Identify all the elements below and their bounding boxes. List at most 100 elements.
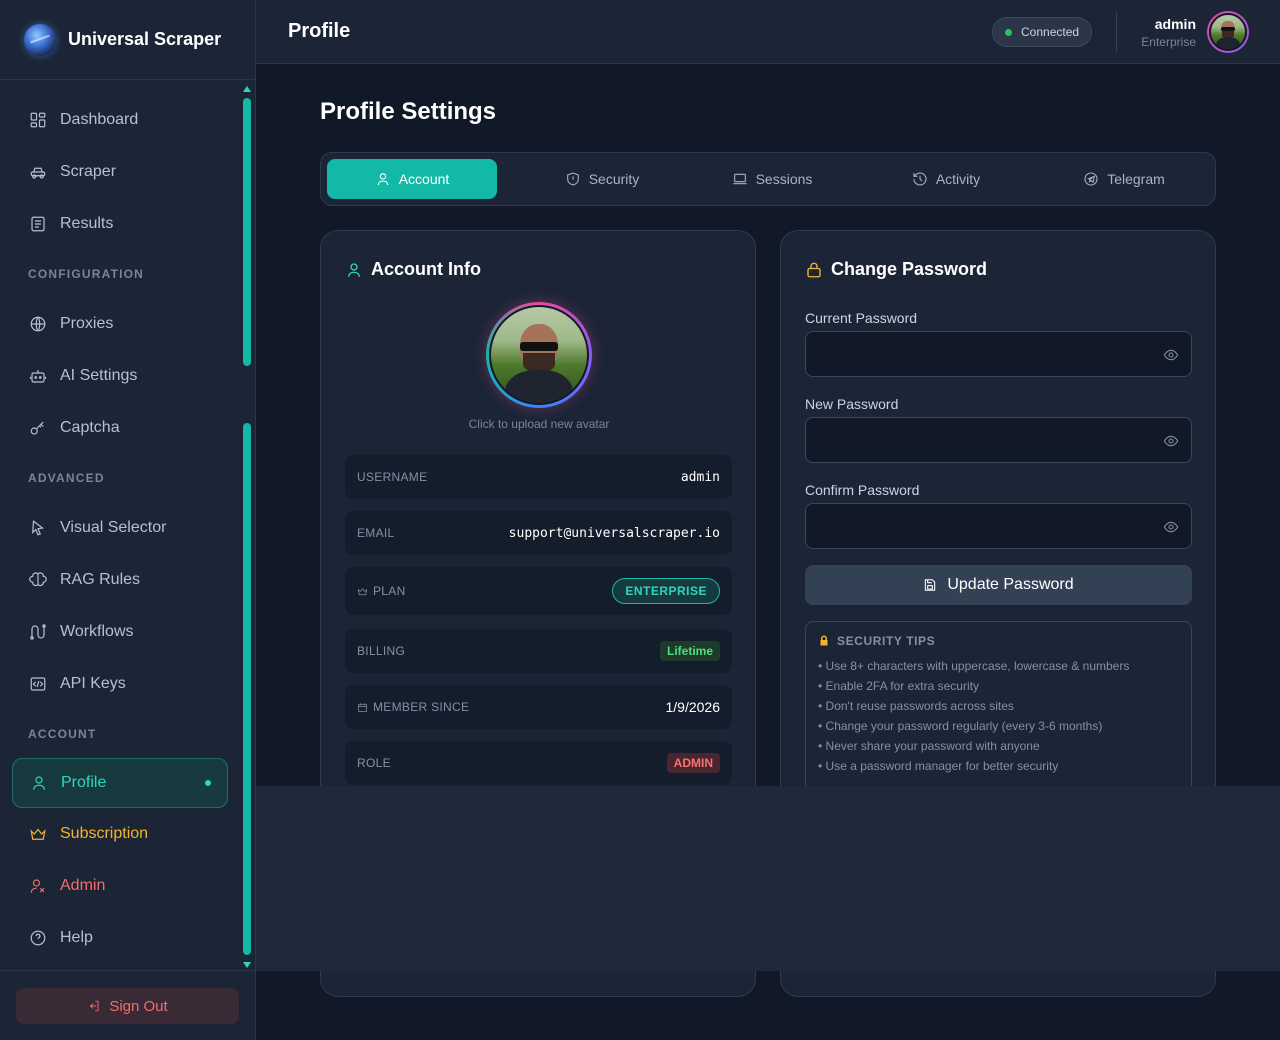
calendar-icon bbox=[358, 702, 367, 712]
member-since-value: 1/9/2026 bbox=[665, 699, 721, 715]
sidebar-item-results[interactable]: Results bbox=[0, 198, 240, 250]
member-label-wrap: MEMBER SINCE bbox=[357, 700, 469, 714]
sidebar-item-proxies[interactable]: Proxies bbox=[0, 298, 240, 350]
brain-icon bbox=[28, 570, 48, 590]
sidebar-item-captcha[interactable]: Captcha bbox=[0, 402, 240, 454]
sidebar-item-label: Results bbox=[60, 215, 114, 232]
member-since-label: MEMBER SINCE bbox=[373, 700, 470, 714]
change-password-title: Change Password bbox=[805, 259, 987, 280]
email-label: EMAIL bbox=[357, 526, 395, 540]
sidebar-item-label: Captcha bbox=[60, 419, 120, 436]
header-divider bbox=[1116, 12, 1117, 52]
section-advanced: ADVANCED bbox=[28, 471, 105, 485]
account-info-title: Account Info bbox=[345, 259, 481, 280]
sidebar-item-subscription[interactable]: Subscription bbox=[0, 808, 240, 860]
username-label: USERNAME bbox=[357, 470, 428, 484]
lock-icon bbox=[820, 635, 828, 646]
page-header-title: Profile bbox=[288, 20, 351, 42]
new-password-label: New Password bbox=[805, 396, 899, 412]
header-avatar[interactable] bbox=[1207, 11, 1249, 53]
status-dot-icon bbox=[1005, 28, 1012, 36]
confirm-password-label: Confirm Password bbox=[805, 482, 920, 498]
tab-account[interactable]: Account bbox=[327, 159, 497, 199]
user-icon bbox=[377, 173, 388, 186]
admin-icon bbox=[28, 876, 48, 896]
crown-icon bbox=[357, 587, 368, 595]
current-password-input[interactable] bbox=[806, 332, 1191, 376]
scrollbar-thumb-bottom[interactable] bbox=[243, 423, 251, 955]
billing-label: BILLING bbox=[357, 644, 406, 658]
update-password-button[interactable]: Update Password bbox=[805, 565, 1192, 605]
laptop-icon bbox=[732, 173, 747, 185]
update-password-label: Update Password bbox=[947, 576, 1074, 593]
sidebar-item-help[interactable]: Help bbox=[0, 912, 240, 964]
tab-activity[interactable]: Activity bbox=[861, 159, 1031, 199]
user-icon bbox=[348, 262, 360, 277]
current-password-field[interactable] bbox=[805, 331, 1192, 377]
sidebar-item-workflows[interactable]: Workflows bbox=[0, 606, 240, 658]
new-password-field[interactable] bbox=[805, 417, 1192, 463]
crown-icon bbox=[28, 824, 48, 844]
tab-label: Sessions bbox=[755, 171, 813, 187]
sidebar: Universal Scraper Dashboard Scraper Resu… bbox=[0, 0, 256, 1040]
sidebar-item-api-keys[interactable]: API Keys bbox=[0, 658, 240, 710]
profile-avatar-upload[interactable] bbox=[486, 302, 592, 408]
confirm-password-input[interactable] bbox=[806, 504, 1191, 548]
user-info[interactable]: admin Enterprise bbox=[1141, 16, 1196, 49]
sidebar-item-label: Subscription bbox=[60, 825, 149, 842]
scroll-down-arrow-icon[interactable] bbox=[243, 962, 251, 968]
confirm-password-field[interactable] bbox=[805, 503, 1192, 549]
sidebar-nav: Dashboard Scraper Results CONFIGURATION … bbox=[0, 94, 240, 964]
security-tip: • Use 8+ characters with uppercase, lowe… bbox=[818, 659, 1130, 673]
role-row: ROLE ADMIN bbox=[345, 741, 732, 785]
sidebar-item-label: Admin bbox=[60, 877, 106, 894]
globe-icon bbox=[28, 314, 48, 334]
sidebar-item-visual-selector[interactable]: Visual Selector bbox=[0, 502, 240, 554]
tab-sessions[interactable]: Sessions bbox=[687, 159, 857, 199]
sidebar-item-dashboard[interactable]: Dashboard bbox=[0, 94, 240, 146]
robot-icon bbox=[28, 366, 48, 386]
section-configuration: CONFIGURATION bbox=[28, 267, 145, 281]
plan-row: PLAN ENTERPRISE bbox=[345, 567, 732, 615]
logout-icon bbox=[90, 1000, 99, 1012]
top-header: Profile Connected admin Enterprise bbox=[256, 0, 1280, 64]
sidebar-item-scraper[interactable]: Scraper bbox=[0, 146, 240, 198]
tab-security[interactable]: Security bbox=[517, 159, 687, 199]
sidebar-item-ai-settings[interactable]: AI Settings bbox=[0, 350, 240, 402]
scrollbar-thumb-top[interactable] bbox=[243, 98, 251, 366]
sidebar-item-rag-rules[interactable]: RAG Rules bbox=[0, 554, 240, 606]
code-icon bbox=[28, 674, 48, 694]
show-password-eye-icon[interactable] bbox=[1163, 519, 1179, 535]
section-account: ACCOUNT bbox=[28, 727, 97, 741]
email-row: EMAIL support@universalscraper.io bbox=[345, 511, 732, 555]
plan-badge: ENTERPRISE bbox=[612, 578, 720, 604]
tab-telegram[interactable]: Telegram bbox=[1039, 159, 1209, 199]
show-password-eye-icon[interactable] bbox=[1163, 433, 1179, 449]
sign-out-button[interactable]: Sign Out bbox=[16, 988, 239, 1024]
key-icon bbox=[28, 418, 48, 438]
new-password-input[interactable] bbox=[806, 418, 1191, 462]
sidebar-scrollbar[interactable] bbox=[241, 82, 253, 972]
shield-icon bbox=[566, 172, 579, 186]
security-tips-title: SECURITY TIPS bbox=[818, 634, 1179, 648]
sidebar-item-profile[interactable]: Profile bbox=[12, 758, 228, 808]
brand[interactable]: Universal Scraper bbox=[0, 0, 255, 80]
avatar-photo bbox=[1209, 13, 1247, 51]
profile-tabs: Account Security Sessions Activity Teleg… bbox=[320, 152, 1216, 206]
email-value: support@universalscraper.io bbox=[508, 525, 720, 541]
sidebar-item-label: RAG Rules bbox=[60, 571, 141, 588]
tab-label: Activity bbox=[935, 171, 981, 187]
sidebar-item-label: Workflows bbox=[60, 623, 134, 640]
help-icon bbox=[28, 928, 48, 948]
scroll-up-arrow-icon[interactable] bbox=[243, 86, 251, 92]
billing-row: BILLING Lifetime bbox=[345, 629, 732, 673]
car-icon bbox=[28, 162, 48, 182]
show-password-eye-icon[interactable] bbox=[1163, 347, 1179, 363]
sidebar-item-admin[interactable]: Admin bbox=[0, 860, 240, 912]
tab-label: Account bbox=[398, 171, 450, 187]
security-tip: • Enable 2FA for extra security bbox=[818, 679, 979, 693]
security-tip: • Change your password regularly (every … bbox=[818, 719, 1103, 733]
role-label: ROLE bbox=[357, 756, 391, 770]
status-text: Connected bbox=[1021, 25, 1080, 39]
dashboard-icon bbox=[28, 110, 48, 130]
